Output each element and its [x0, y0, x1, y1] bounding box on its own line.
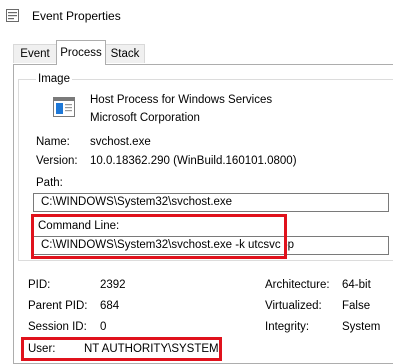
architecture-value: 64-bit — [342, 279, 371, 291]
version-value: 10.0.18362.290 (WinBuild.160101.0800) — [90, 155, 297, 167]
session-id-label: Session ID: — [28, 321, 87, 333]
parent-pid-label: Parent PID: — [28, 300, 88, 312]
image-company: Microsoft Corporation — [90, 112, 200, 124]
event-properties-icon — [6, 9, 19, 22]
integrity-label: Integrity: — [265, 321, 310, 333]
name-value: svchost.exe — [90, 136, 151, 148]
integrity-value: System — [342, 321, 381, 333]
architecture-label: Architecture: — [265, 279, 330, 291]
command-line-highlight — [31, 214, 287, 259]
virtualized-label: Virtualized: — [265, 300, 322, 312]
pid-value: 2392 — [100, 279, 126, 291]
path-label: Path: — [36, 177, 63, 189]
path-field[interactable]: C:\WINDOWS\System32\svchost.exe — [33, 193, 389, 212]
window-title: Event Properties — [32, 9, 121, 23]
parent-pid-value: 684 — [100, 300, 120, 312]
name-label: Name: — [36, 136, 70, 148]
session-id-value: 0 — [100, 321, 107, 333]
title-bar: Event Properties — [0, 0, 393, 32]
version-label: Version: — [36, 155, 78, 167]
user-highlight — [21, 337, 222, 361]
tab-process[interactable]: Process — [56, 40, 106, 65]
tab-event[interactable]: Event — [13, 44, 57, 63]
pid-label: PID: — [28, 279, 51, 291]
process-icon — [53, 97, 75, 117]
tab-strip: Event Process Stack — [0, 40, 393, 65]
tab-stack[interactable]: Stack — [105, 44, 145, 63]
image-description: Host Process for Windows Services — [90, 94, 273, 106]
image-group-label: Image — [36, 73, 72, 85]
virtualized-value: False — [342, 300, 371, 312]
